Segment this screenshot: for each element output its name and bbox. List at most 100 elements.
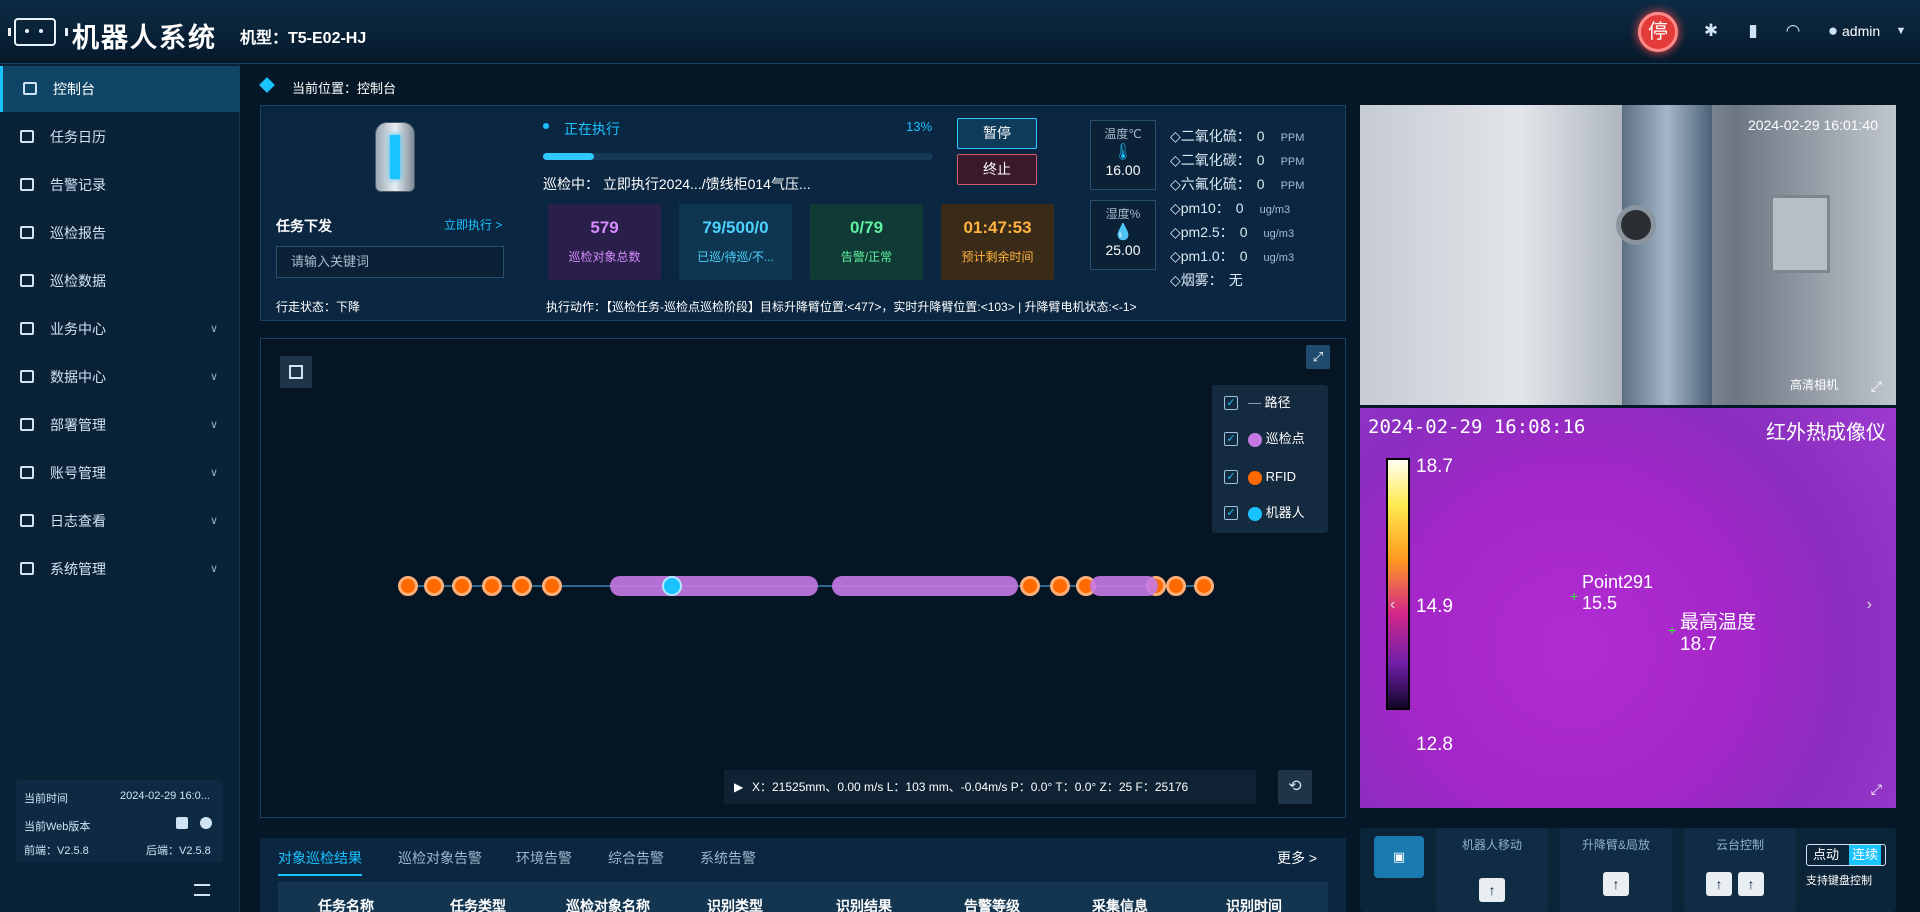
thermometer-icon: 🌡 bbox=[1112, 144, 1134, 161]
keyboard-hint: 支持键盘控制 bbox=[1806, 875, 1872, 887]
copy-icon[interactable] bbox=[176, 817, 188, 829]
checkbox-icon[interactable]: ✓ bbox=[1224, 396, 1238, 410]
chevron-down-icon: ∨ bbox=[209, 563, 218, 575]
sidebar-item-calendar[interactable]: 任务日历 bbox=[0, 114, 240, 160]
fullscreen-icon[interactable]: ⤢ bbox=[1306, 345, 1330, 369]
wifi-icon[interactable]: ◠ bbox=[1782, 20, 1804, 42]
task-progress-fill bbox=[543, 153, 594, 160]
terminate-button[interactable]: 终止 bbox=[957, 154, 1037, 185]
sidebar-item-datacenter[interactable]: 数据中心 ∨ bbox=[0, 354, 240, 400]
sidebar-item-logs[interactable]: 日志查看 ∨ bbox=[0, 498, 240, 544]
mode-toggle[interactable]: 点动 连续 bbox=[1806, 844, 1886, 866]
tab-env-alarms[interactable]: 环境告警 bbox=[516, 848, 572, 868]
rfid-marker-icon[interactable] bbox=[424, 576, 444, 596]
legend-rfid[interactable]: ✓ RFID bbox=[1224, 467, 1296, 487]
user-icon: ● bbox=[1827, 21, 1839, 40]
fullscreen-icon[interactable]: ⤢ bbox=[1871, 378, 1882, 395]
task-status: 正在执行 bbox=[564, 121, 620, 137]
inspection-line: 巡检中： 立即执行2024.../馈线柜014气压... bbox=[543, 176, 811, 192]
battery-icon[interactable]: ▮ bbox=[1742, 20, 1764, 42]
more-icon[interactable] bbox=[200, 817, 212, 829]
tab-combined-alarms[interactable]: 综合告警 bbox=[608, 848, 664, 868]
gas-value: 0 bbox=[1239, 248, 1248, 264]
collapse-menu-icon[interactable] bbox=[194, 884, 210, 896]
legend-robot[interactable]: ✓ 机器人 bbox=[1224, 503, 1305, 523]
action-status: 执行动作：【巡检任务-巡检点巡检阶段】目标升降臂位置:<477>，实时升降臂位置… bbox=[546, 300, 1137, 314]
sidebar-item-label: 巡检报告 bbox=[50, 225, 106, 241]
breadcrumb: 当前位置：控制台 bbox=[292, 81, 397, 96]
tab-object-results[interactable]: 对象巡检结果 bbox=[278, 848, 362, 876]
checkbox-icon[interactable]: ✓ bbox=[1224, 506, 1238, 520]
legend-checkpoint[interactable]: ✓ 巡检点 bbox=[1224, 429, 1305, 449]
sidebar-item-accounts[interactable]: 账号管理 ∨ bbox=[0, 450, 240, 496]
tab-system-alarms[interactable]: 系统告警 bbox=[700, 848, 756, 868]
emergency-stop-button[interactable]: 停 bbox=[1638, 12, 1678, 52]
sidebar-item-reports[interactable]: 巡检报告 bbox=[0, 210, 240, 256]
humidity-label: 湿度% bbox=[1105, 207, 1141, 221]
robot-marker-icon[interactable] bbox=[662, 576, 682, 596]
gas-unit: ug/m3 bbox=[1259, 204, 1291, 216]
rfid-marker-icon[interactable] bbox=[398, 576, 418, 596]
legend-path[interactable]: ✓ — 路径 bbox=[1224, 393, 1291, 413]
sidebar-item-system[interactable]: 系统管理 ∨ bbox=[0, 546, 240, 592]
sidebar-item-data[interactable]: 巡检数据 bbox=[0, 258, 240, 304]
ir-min: 12.8 bbox=[1416, 734, 1453, 755]
ptz-up2-button[interactable]: ↑ bbox=[1738, 872, 1764, 896]
deploy-icon bbox=[20, 418, 34, 431]
user-name[interactable]: admin bbox=[1842, 23, 1880, 39]
run-now-link[interactable]: 立即执行 > bbox=[444, 216, 502, 233]
robot-move-panel: 机器人移动 ↑ bbox=[1436, 828, 1548, 912]
mode-jog[interactable]: 点动 bbox=[1813, 845, 1839, 865]
chevron-down-icon: ∨ bbox=[209, 419, 218, 431]
mode-continuous[interactable]: 连续 bbox=[1849, 845, 1882, 865]
sidebar-item-label: 控制台 bbox=[53, 81, 95, 97]
checkpoint-cluster[interactable] bbox=[610, 576, 818, 596]
rfid-marker-icon[interactable] bbox=[452, 576, 472, 596]
bug-icon[interactable]: ✱ bbox=[1700, 20, 1722, 42]
checkpoint-cluster[interactable] bbox=[832, 576, 1018, 596]
sidebar-item-business[interactable]: 业务中心 ∨ bbox=[0, 306, 240, 352]
gas-value: 0 bbox=[1235, 200, 1244, 216]
stat-label: 告警/正常 bbox=[840, 250, 893, 264]
lift-up-button[interactable]: ↑ bbox=[1603, 872, 1629, 896]
ir-high-label: 最高温度 bbox=[1680, 612, 1757, 633]
rfid-marker-icon[interactable] bbox=[512, 576, 532, 596]
checkbox-icon[interactable]: ✓ bbox=[1224, 470, 1238, 484]
keyword-search-input[interactable]: 请输入关键词 bbox=[276, 246, 504, 278]
folder-icon bbox=[20, 322, 34, 335]
rfid-marker-icon[interactable] bbox=[542, 576, 562, 596]
download-icon[interactable] bbox=[280, 356, 312, 388]
legend-label: 机器人 bbox=[1265, 505, 1305, 520]
rfid-marker-icon[interactable] bbox=[482, 576, 502, 596]
legend-label: 巡检点 bbox=[1265, 431, 1305, 446]
more-link[interactable]: 更多 > bbox=[1277, 848, 1317, 868]
checkpoint-cluster[interactable] bbox=[1090, 576, 1158, 596]
sidebar-item-deploy[interactable]: 部署管理 ∨ bbox=[0, 402, 240, 448]
ir-high-value: 18.7 bbox=[1680, 634, 1717, 655]
pause-button[interactable]: 暂停 bbox=[957, 118, 1037, 149]
fullscreen-icon[interactable]: ⤢ bbox=[1871, 781, 1882, 798]
gas-name: ◇六氟化硫： bbox=[1170, 176, 1251, 192]
manual-control-icon[interactable]: ▣ bbox=[1374, 836, 1424, 878]
chevron-right-icon[interactable]: › bbox=[1867, 596, 1872, 614]
robot-logo-icon bbox=[8, 18, 68, 46]
column-header: 告警等级 bbox=[964, 898, 1020, 912]
reset-view-icon[interactable]: ⟲ bbox=[1278, 770, 1312, 804]
chevron-left-icon[interactable]: ‹ bbox=[1390, 596, 1395, 614]
gas-name: ◇pm1.0： bbox=[1170, 248, 1234, 264]
sidebar-item-console[interactable]: 控制台 bbox=[0, 66, 240, 112]
checkbox-icon[interactable]: ✓ bbox=[1224, 432, 1238, 446]
chevron-down-icon: ∨ bbox=[209, 371, 218, 383]
ptz-up-button[interactable]: ↑ bbox=[1706, 872, 1732, 896]
rfid-marker-icon[interactable] bbox=[1050, 576, 1070, 596]
chevron-down-icon[interactable]: ▼ bbox=[1890, 20, 1912, 42]
rfid-marker-icon[interactable] bbox=[1194, 576, 1214, 596]
rfid-marker-icon[interactable] bbox=[1166, 576, 1186, 596]
sidebar-item-alarms[interactable]: 告警记录 bbox=[0, 162, 240, 208]
play-icon[interactable]: ▶ bbox=[734, 770, 743, 804]
rfid-marker-icon[interactable] bbox=[1020, 576, 1040, 596]
tab-object-alarms[interactable]: 巡检对象告警 bbox=[398, 848, 482, 868]
move-up-button[interactable]: ↑ bbox=[1479, 878, 1505, 902]
gas-name: ◇烟雾： bbox=[1170, 272, 1223, 288]
stat-alarm: 0/79 告警/正常 bbox=[810, 204, 923, 280]
